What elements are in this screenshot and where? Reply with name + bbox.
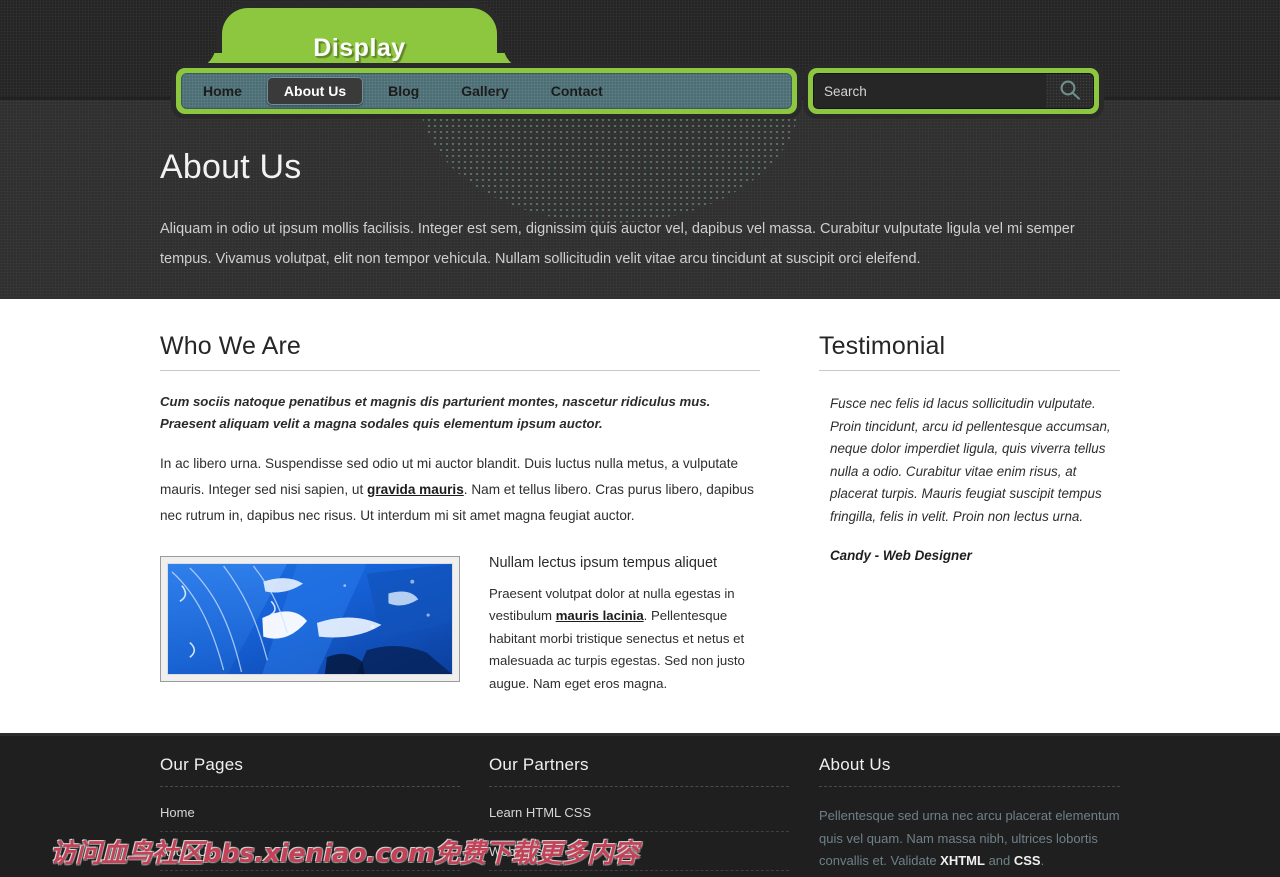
testimonial-quote: Fusce nec felis id lacus sollicitudin vu… xyxy=(830,396,1111,524)
site-footer: Our Pages Home About Us Our Partners Lea… xyxy=(0,733,1280,877)
list-item: Learn HTML CSS xyxy=(489,793,789,832)
footer-top-divider xyxy=(0,733,1280,736)
magnifier-icon xyxy=(1060,80,1080,100)
footer-links-our-partners: Learn HTML CSS Web Design xyxy=(489,787,789,871)
who-we-are-body: In ac libero urna. Suspendisse sed odio … xyxy=(160,435,760,529)
main-navigation: Home About Us Blog Gallery Contact xyxy=(176,68,797,114)
testimonial-author: Candy - Web Designer xyxy=(830,548,972,563)
blue-abstract-water-photo xyxy=(167,563,453,675)
footer-about-part-2: and xyxy=(984,853,1014,868)
footer-about-part-3: . xyxy=(1040,853,1045,868)
who-we-are-column: Who We Are Cum sociis natoque penatibus … xyxy=(160,332,760,691)
footer-heading-about-us: About Us xyxy=(819,755,891,774)
media-title: Nullam lectus ipsum tempus aliquet xyxy=(489,555,718,571)
search-button[interactable] xyxy=(1046,73,1094,109)
footer-column-our-partners: Our Partners Learn HTML CSS Web Design xyxy=(489,756,789,871)
footer-link-home[interactable]: Home xyxy=(160,793,460,831)
gravida-mauris-link[interactable]: gravida mauris xyxy=(367,482,464,497)
footer-link-about-us[interactable]: About Us xyxy=(160,832,460,870)
hero-section: About Us Aliquam in odio ut ipsum mollis… xyxy=(0,97,1280,299)
list-item: Home xyxy=(160,793,460,832)
footer-heading-our-pages: Our Pages xyxy=(160,755,244,774)
search-input[interactable] xyxy=(813,73,1046,109)
footer-links-our-pages: Home About Us xyxy=(160,787,460,871)
footer-column-about-us: About Us Pellentesque sed urna nec arcu … xyxy=(819,756,1120,873)
footer-column-our-pages: Our Pages Home About Us xyxy=(160,756,460,871)
hero-description: Aliquam in odio ut ipsum mollis facilisi… xyxy=(160,221,1075,267)
testimonial-heading: Testimonial xyxy=(819,332,946,360)
media-text-block: Nullam lectus ipsum tempus aliquet Praes… xyxy=(489,556,760,695)
thumbnail-frame[interactable] xyxy=(160,556,460,682)
footer-link-css[interactable]: CSS xyxy=(1014,853,1041,868)
nav-item-about-us[interactable]: About Us xyxy=(266,77,364,105)
testimonial-column: Testimonial Fusce nec felis id lacus sol… xyxy=(819,334,1120,563)
list-item: Web Design xyxy=(489,832,789,871)
list-item: About Us xyxy=(160,832,460,871)
who-we-are-lead: Cum sociis natoque penatibus et magnis d… xyxy=(160,394,711,431)
logo-text: Display xyxy=(313,34,406,62)
mauris-lacinia-link[interactable]: mauris lacinia xyxy=(556,608,644,623)
nav-item-blog[interactable]: Blog xyxy=(371,77,436,105)
nav-items-container: Home About Us Blog Gallery Contact xyxy=(181,73,792,109)
who-we-are-heading: Who We Are xyxy=(160,332,301,360)
nav-item-home[interactable]: Home xyxy=(186,77,259,105)
footer-link-learn-html-css[interactable]: Learn HTML CSS xyxy=(489,793,789,831)
search-box xyxy=(808,68,1099,114)
nav-item-gallery[interactable]: Gallery xyxy=(444,77,525,105)
footer-about-text: Pellentesque sed urna nec arcu placerat … xyxy=(819,787,1120,873)
footer-link-xhtml[interactable]: XHTML xyxy=(940,853,985,868)
footer-link-web-design[interactable]: Web Design xyxy=(489,832,789,870)
media-body: Praesent volutpat dolor at nulla egestas… xyxy=(489,583,760,696)
logo-tab[interactable]: Display xyxy=(222,8,497,70)
main-content: Who We Are Cum sociis natoque penatibus … xyxy=(0,299,1280,733)
nav-item-contact[interactable]: Contact xyxy=(534,77,620,105)
site-header: Display Home About Us Blog Gallery Conta… xyxy=(0,0,1280,120)
footer-heading-our-partners: Our Partners xyxy=(489,755,589,774)
